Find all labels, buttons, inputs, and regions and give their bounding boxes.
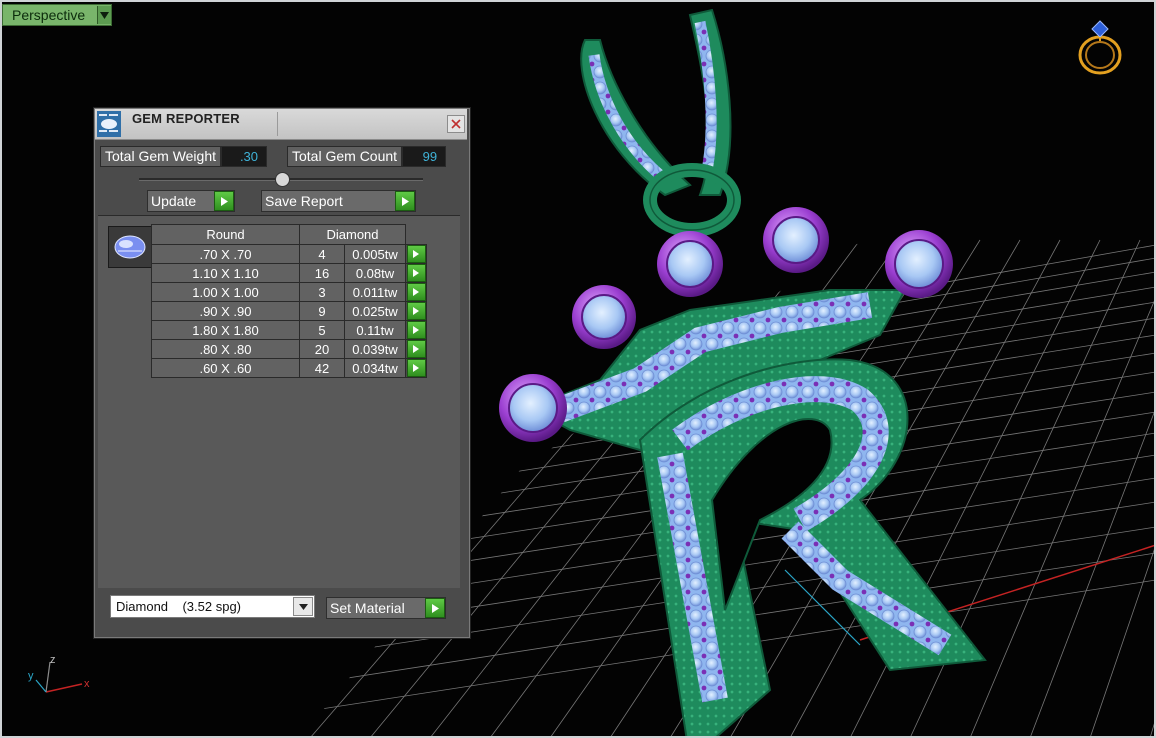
total-gem-weight-label: Total Gem Weight (100, 146, 222, 167)
row-select-button[interactable] (405, 263, 427, 283)
gem-count-cell: 5 (299, 320, 345, 340)
chevron-down-icon[interactable] (293, 597, 313, 616)
set-material-button-label: Set Material (330, 600, 405, 616)
gem-size-cell: .70 X .70 (151, 244, 300, 264)
gem-weight-cell: 0.039tw (344, 339, 406, 359)
view-dropdown-icon[interactable] (97, 6, 111, 24)
ring-navigator-icon[interactable] (1074, 15, 1126, 77)
round-gem-icon (108, 226, 152, 268)
gem-reporter-panel: GEM REPORTER Total Gem Weight .30 Total … (94, 108, 470, 638)
update-button-label: Update (151, 193, 197, 209)
gem-weight-cell: 0.011tw (344, 282, 406, 302)
row-select-button[interactable] (405, 244, 427, 264)
total-gem-count-value: 99 (402, 146, 447, 167)
gem-count-cell: 20 (299, 339, 345, 359)
gem-count-cell: 4 (299, 244, 345, 264)
gem-size-cell: .90 X .90 (151, 301, 300, 321)
play-arrow-icon (406, 264, 426, 282)
gem-table: Round Diamond .70 X .70 4 0.005tw 1.10 X 1.… (151, 224, 427, 378)
play-arrow-icon (406, 340, 426, 358)
close-icon (451, 119, 461, 129)
play-arrow-icon (425, 598, 445, 618)
table-row[interactable]: .80 X .80 20 0.039tw (151, 339, 427, 359)
table-row[interactable]: 1.00 X 1.00 3 0.011tw (151, 282, 427, 302)
save-report-button[interactable]: Save Report (261, 190, 416, 212)
total-gem-weight-value: .30 (221, 146, 268, 167)
play-arrow-icon (406, 245, 426, 263)
viewport-3d[interactable]: Perspective z y x GEM REPORTER Total Gem… (0, 0, 1156, 738)
play-arrow-icon (406, 302, 426, 320)
gem-count-cell: 16 (299, 263, 345, 283)
panel-titlebar[interactable]: GEM REPORTER (95, 109, 467, 140)
close-button[interactable] (447, 115, 465, 133)
gem-weight-cell: 0.08tw (344, 263, 406, 283)
gem-count-cell: 3 (299, 282, 345, 302)
table-row[interactable]: 1.10 X 1.10 16 0.08tw (151, 263, 427, 283)
table-row[interactable]: .90 X .90 9 0.025tw (151, 301, 427, 321)
gem-size-cell: 1.10 X 1.10 (151, 263, 300, 283)
material-select[interactable]: Diamond (3.52 spg) (110, 595, 315, 618)
row-select-button[interactable] (405, 339, 427, 359)
table-row[interactable]: .60 X .60 42 0.034tw (151, 358, 427, 378)
gem-size-cell: 1.80 X 1.80 (151, 320, 300, 340)
gem-list-area: Round Diamond .70 X .70 4 0.005tw 1.10 X 1.… (98, 215, 460, 588)
gem-reporter-app-icon (97, 111, 121, 137)
axis-triad: z y x (26, 654, 96, 704)
titlebar-separator (277, 112, 278, 136)
header-spacer (405, 224, 427, 245)
view-label-text: Perspective (12, 7, 86, 23)
row-select-button[interactable] (405, 320, 427, 340)
update-button[interactable]: Update (147, 190, 235, 212)
column-header-material: Diamond (299, 224, 406, 245)
panel-title: GEM REPORTER (132, 111, 240, 126)
play-arrow-icon (395, 191, 415, 211)
panel-slider-knob[interactable] (275, 172, 290, 187)
row-select-button[interactable] (405, 358, 427, 378)
material-select-value: Diamond (3.52 spg) (116, 599, 242, 614)
column-header-shape: Round (151, 224, 300, 245)
table-row[interactable]: .70 X .70 4 0.005tw (151, 244, 427, 264)
gem-count-cell: 42 (299, 358, 345, 378)
axis-x-label: x (84, 678, 90, 690)
view-selector[interactable]: Perspective (2, 4, 112, 26)
total-gem-count-label: Total Gem Count (287, 146, 403, 167)
play-arrow-icon (406, 321, 426, 339)
gem-weight-cell: 0.025tw (344, 301, 406, 321)
total-gem-weight-field: Total Gem Weight .30 (100, 146, 268, 167)
pendant-letter-r (638, 358, 987, 738)
gem-weight-cell: 0.11tw (344, 320, 406, 340)
total-gem-count-field: Total Gem Count 99 (287, 146, 447, 167)
save-report-button-label: Save Report (265, 193, 343, 209)
gem-weight-cell: 0.005tw (344, 244, 406, 264)
gem-count-cell: 9 (299, 301, 345, 321)
play-arrow-icon (406, 283, 426, 301)
axis-y-label: y (28, 670, 34, 682)
gem-size-cell: .60 X .60 (151, 358, 300, 378)
axis-z-label: z (50, 654, 56, 666)
gem-size-cell: .80 X .80 (151, 339, 300, 359)
set-material-button[interactable]: Set Material (326, 597, 446, 619)
row-select-button[interactable] (405, 282, 427, 302)
gem-size-cell: 1.00 X 1.00 (151, 282, 300, 302)
table-row[interactable]: 1.80 X 1.80 5 0.11tw (151, 320, 427, 340)
row-select-button[interactable] (405, 301, 427, 321)
gem-table-header: Round Diamond (151, 224, 427, 245)
pendant-bail (580, 8, 741, 237)
play-arrow-icon (406, 359, 426, 377)
play-arrow-icon (214, 191, 234, 211)
gem-weight-cell: 0.034tw (344, 358, 406, 378)
